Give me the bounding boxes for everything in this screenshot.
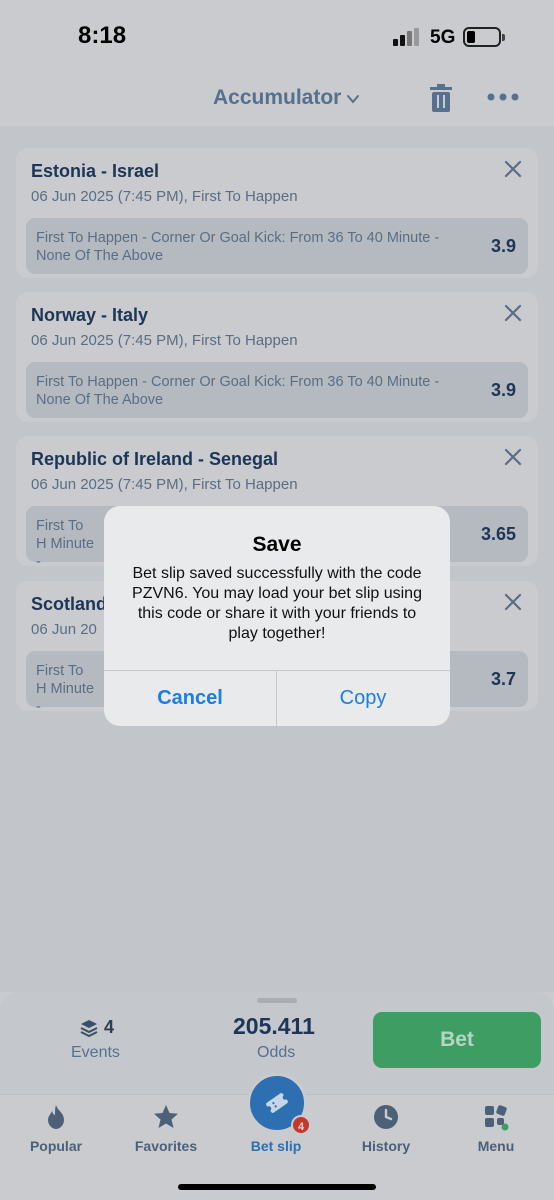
star-icon <box>154 1105 178 1128</box>
match-title: Estonia - Israel <box>31 161 160 181</box>
bet-card: Norway - Italy 06 Jun 2025 (7:45 PM), Fi… <box>16 292 538 422</box>
selection-text: First To H Minute - <box>36 663 95 715</box>
odds-label: Odds <box>257 1044 296 1061</box>
status-time: 8:18 <box>78 22 127 49</box>
home-indicator <box>178 1184 376 1190</box>
tab-label: History <box>361 1138 411 1154</box>
clock-icon <box>374 1105 398 1129</box>
selection-text: First To H Minute - <box>36 518 95 570</box>
signal-icon <box>393 28 423 48</box>
selection-box[interactable]: First To Happen - Corner Or Goal Kick: F… <box>26 218 528 274</box>
selection-box[interactable]: First To Happen - Corner Or Goal Kick: F… <box>26 362 528 418</box>
close-icon[interactable] <box>504 160 522 178</box>
events-count: 4 <box>104 1017 115 1037</box>
more-options-icon[interactable] <box>487 92 519 102</box>
page-title[interactable]: Accumulator <box>213 86 341 110</box>
copy-button[interactable]: Copy <box>277 671 449 726</box>
selection-text: First To Happen - Corner Or Goal Kick: F… <box>36 230 440 264</box>
betslip-count-badge: 4 <box>291 1115 311 1135</box>
match-info: 06 Jun 2025 (7:45 PM), First To Happen <box>31 476 298 493</box>
match-title: Republic of Ireland - Senegal <box>31 449 279 469</box>
close-icon[interactable] <box>504 448 522 466</box>
status-bar: 8:18 5G <box>0 0 554 70</box>
dialog-title: Save <box>252 533 302 556</box>
close-icon[interactable] <box>504 304 522 322</box>
cancel-button[interactable]: Cancel <box>104 671 276 726</box>
dialog-message: Bet slip saved successfully with the cod… <box>132 565 422 642</box>
match-title: Scotland <box>31 594 108 614</box>
match-info: 06 Jun 2025 (7:45 PM), First To Happen <box>31 332 298 349</box>
bet-card: Estonia - Israel 06 Jun 2025 (7:45 PM), … <box>16 148 538 278</box>
match-info: 06 Jun 2025 (7:45 PM), First To Happen <box>31 188 298 205</box>
tab-label: Favorites <box>134 1138 198 1154</box>
app-header: Accumulator <box>0 70 554 126</box>
tab-label: Menu <box>477 1138 515 1154</box>
close-icon[interactable] <box>504 593 522 611</box>
flame-icon <box>48 1105 64 1129</box>
selection-odds: 3.65 <box>480 524 516 544</box>
selection-odds: 3.9 <box>490 236 516 256</box>
total-odds: 205.411 <box>233 1013 315 1039</box>
bet-button[interactable]: Bet <box>373 1012 541 1068</box>
tab-history[interactable]: History <box>331 1095 441 1165</box>
tab-popular[interactable]: Popular <box>1 1095 111 1165</box>
chevron-down-icon[interactable] <box>346 92 360 106</box>
drag-handle[interactable] <box>257 998 297 1003</box>
network-label: 5G <box>430 27 456 48</box>
layers-icon <box>80 1020 98 1037</box>
selection-odds: 3.7 <box>490 669 516 689</box>
match-info: 06 Jun 20 <box>31 621 97 638</box>
grid-icon <box>485 1105 509 1131</box>
tab-bet-slip[interactable]: 4 Bet slip <box>221 1073 331 1165</box>
tab-favorites[interactable]: Favorites <box>111 1095 221 1165</box>
selection-odds: 3.9 <box>490 380 516 400</box>
trash-icon[interactable] <box>430 84 452 112</box>
selection-text: First To Happen - Corner Or Goal Kick: F… <box>36 374 440 408</box>
tab-label: Bet slip <box>250 1138 302 1154</box>
tab-label: Popular <box>29 1138 83 1154</box>
tab-menu[interactable]: Menu <box>441 1095 551 1165</box>
events-label: Events <box>71 1044 120 1061</box>
ticket-icon <box>266 1093 288 1113</box>
battery-icon <box>463 27 505 47</box>
save-dialog: Save Bet slip saved successfully with th… <box>104 506 450 726</box>
match-title: Norway - Italy <box>31 305 149 325</box>
